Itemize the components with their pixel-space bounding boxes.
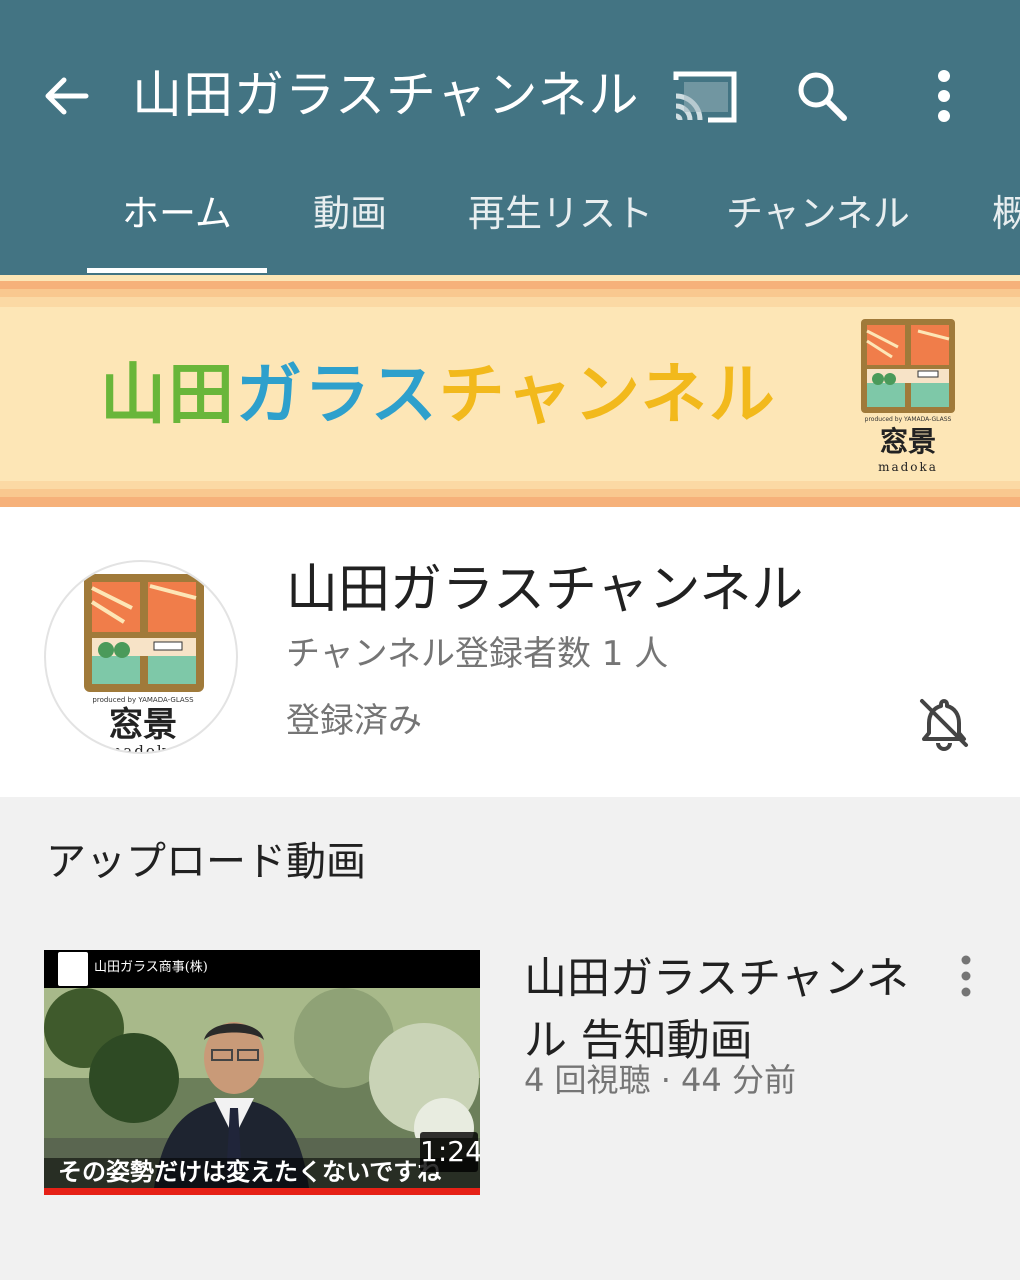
avatar-caption: produced by YAMADA-GLASS	[92, 696, 194, 704]
banner-brand-part1: 山田	[100, 356, 236, 433]
back-arrow-icon[interactable]	[38, 68, 94, 124]
more-vert-icon[interactable]	[920, 66, 968, 126]
active-tab-indicator	[87, 268, 267, 273]
thumbnail-logo	[58, 952, 88, 986]
tab-bar: ホーム 動画 再生リスト チャンネル 概	[0, 170, 1020, 275]
tab-videos[interactable]: 動画	[313, 190, 387, 238]
thumbnail-company-name: 山田ガラス商事(株)	[94, 960, 208, 975]
app-bar: 山田ガラスチャンネル ホーム 動画 再生リスト チャンネル 概	[0, 0, 1020, 275]
channel-avatar[interactable]: produced by YAMADA-GLASS 窓景 madoka	[44, 560, 238, 754]
video-duration: 1:24	[420, 1132, 480, 1172]
channel-banner: 山田ガラスチャンネル produced by YAMADA-GLASS 窓景 m…	[0, 275, 1020, 515]
tab-home[interactable]: ホーム	[122, 190, 232, 238]
tab-about[interactable]: 概	[992, 190, 1020, 238]
avatar-logo-name: 窓景	[109, 705, 177, 745]
tab-channels[interactable]: チャンネル	[726, 190, 910, 238]
video-metadata: 4 回視聴 · 44 分前	[524, 1061, 796, 1099]
banner-logo-name: 窓景	[880, 425, 936, 458]
madoka-logo: produced by YAMADA-GLASS 窓景 madoka	[84, 574, 204, 754]
cast-icon[interactable]	[670, 66, 740, 126]
video-more-vert-icon[interactable]	[950, 952, 982, 1000]
video-thumbnail[interactable]: 山田ガラス商事(株) その姿勢だけは変えたくないですね 1:24	[44, 950, 480, 1195]
banner-logo-romaji: madoka	[878, 460, 938, 474]
video-list-item[interactable]: 山田ガラス商事(株) その姿勢だけは変えたくないですね 1:24 山田ガラスチャ…	[0, 948, 1020, 1198]
subscriber-count: チャンネル登録者数 1 人	[286, 634, 669, 674]
banner-brand-part3: チャンネル	[438, 356, 777, 433]
tab-playlists[interactable]: 再生リスト	[468, 190, 653, 238]
search-icon[interactable]	[792, 66, 852, 126]
video-title[interactable]: 山田ガラスチャンネル 告知動画	[524, 948, 924, 1072]
subscribed-button[interactable]: 登録済み	[286, 698, 422, 744]
notifications-off-icon[interactable]	[914, 693, 974, 753]
app-bar-title: 山田ガラスチャンネル	[132, 66, 640, 124]
banner-brand-part2: ガラス	[236, 356, 439, 433]
channel-header: produced by YAMADA-GLASS 窓景 madoka 山田ガラス…	[0, 515, 1020, 797]
banner-stripe-bottom	[0, 481, 1020, 515]
watch-progress-bar	[44, 1188, 480, 1195]
banner-brand-text: 山田ガラスチャンネル	[100, 355, 777, 435]
banner-stripe-top	[0, 275, 1020, 307]
banner-logo-caption: produced by YAMADA-GLASS	[865, 416, 952, 423]
uploads-section-title: アップロード動画	[46, 839, 366, 885]
thumbnail-caption: その姿勢だけは変えたくないですね	[58, 1157, 442, 1186]
avatar-romaji: madoka	[107, 742, 179, 754]
channel-name: 山田ガラスチャンネル	[286, 560, 804, 620]
banner-madoka-logo: produced by YAMADA-GLASS 窓景 madoka	[861, 319, 955, 474]
